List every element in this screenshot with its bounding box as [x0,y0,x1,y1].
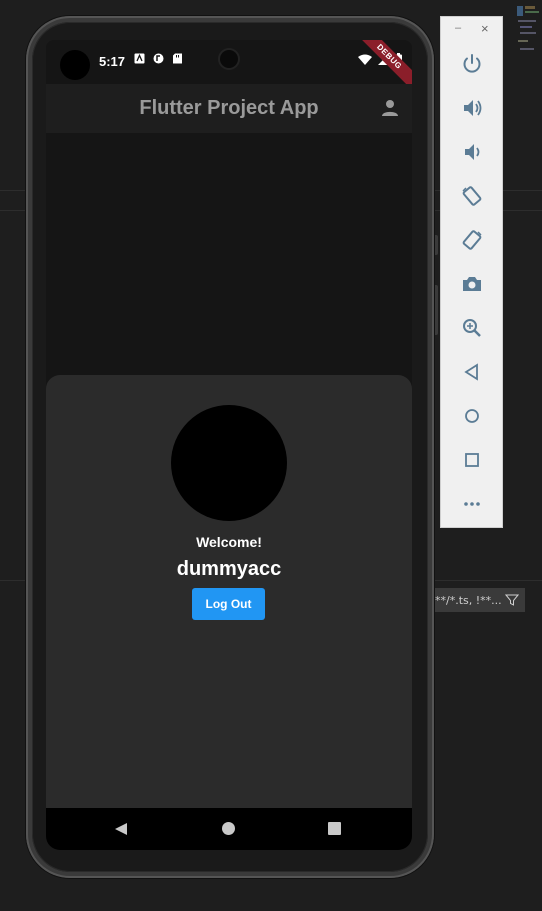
back-triangle-icon [464,363,478,381]
status-time: 5:17 [99,54,126,69]
rotate-left-button[interactable] [457,181,487,211]
zoom-icon [463,319,481,337]
volume-up-button[interactable] [457,93,487,123]
camera-icon [463,277,481,291]
zoom-button[interactable] [457,313,487,343]
ide-filter-text: **/*.ts, !**... [435,593,502,607]
avatar [171,405,287,521]
rotate-right-icon [462,230,482,250]
ide-filter-input[interactable]: **/*.ts, !**... [430,588,525,612]
app-bar: Flutter Project App [46,84,412,133]
power-icon [463,54,481,73]
more-icon [464,502,480,506]
front-camera [220,50,238,68]
rotate-right-button[interactable] [457,225,487,255]
recents-icon[interactable] [328,822,341,835]
notification-a-icon [134,53,145,64]
notification-app-icon [153,53,164,64]
ide-minimap [517,6,539,50]
overview-square-icon [465,453,479,467]
home-icon[interactable] [222,822,235,835]
filter-icon[interactable] [505,593,519,607]
wifi-icon [358,54,372,65]
camera-cutout [60,50,90,80]
overview-button[interactable] [457,445,487,475]
account-icon[interactable] [378,96,402,120]
app-title: Flutter Project App [139,97,319,119]
profile-card: Welcome! dummyacc Log Out [46,375,412,815]
emulator-toolbar: – × [440,16,503,528]
power-button[interactable] [457,49,487,79]
screenshot-button[interactable] [457,269,487,299]
phone-volume-button [434,285,438,335]
device-screen: 5:17 DEBUG Flutter Project App Welcome! … [46,40,412,850]
nav-bar [46,808,412,850]
close-button[interactable]: × [481,21,489,36]
more-button[interactable] [457,489,487,519]
logout-button[interactable]: Log Out [192,588,265,620]
phone-side-button [434,235,438,255]
rotate-left-icon [462,186,482,206]
volume-down-icon [465,144,480,160]
back-button[interactable] [457,357,487,387]
sd-card-icon [173,53,182,64]
status-bar: 5:17 DEBUG [46,40,412,94]
volume-down-button[interactable] [457,137,487,167]
minimize-button[interactable]: – [455,22,461,34]
username: dummyacc [176,558,282,580]
back-icon[interactable] [114,822,128,836]
home-button[interactable] [457,401,487,431]
volume-up-icon [464,100,482,116]
welcome-text: Welcome! [196,534,262,550]
home-circle-icon [465,409,479,423]
